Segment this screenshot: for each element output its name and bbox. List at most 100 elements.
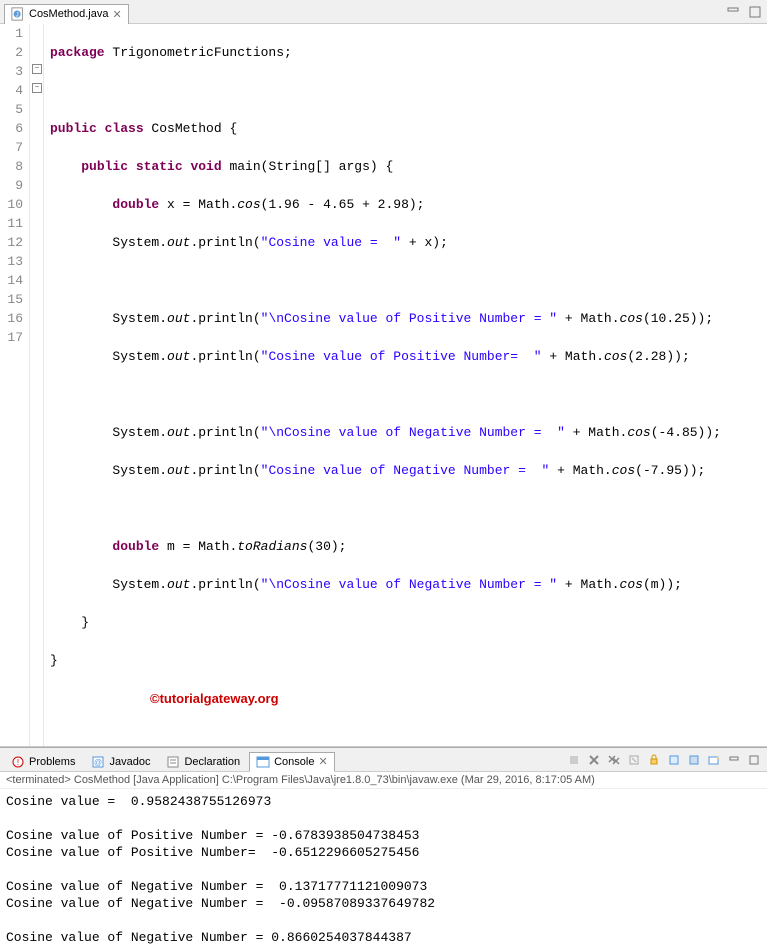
editor-tab-label: CosMethod.java — [29, 8, 109, 20]
tab-label: Problems — [29, 756, 75, 768]
code-token: "Cosine value = " — [261, 235, 401, 250]
remove-launch-button[interactable] — [585, 751, 603, 769]
pin-console-button[interactable] — [665, 751, 683, 769]
terminate-button[interactable] — [565, 751, 583, 769]
code-token: (-7.95)); — [635, 463, 705, 478]
clear-console-button[interactable] — [625, 751, 643, 769]
code-token: + Math. — [565, 425, 627, 440]
code-token: cos — [620, 311, 643, 326]
code-token: .println( — [190, 577, 260, 592]
minimize-icon[interactable] — [725, 4, 741, 20]
code-token: .println( — [190, 235, 260, 250]
code-token: void — [183, 159, 222, 174]
close-icon[interactable]: ✕ — [113, 8, 122, 21]
console-toolbar — [565, 751, 763, 769]
code-token: out — [167, 349, 190, 364]
code-token: x = Math. — [159, 197, 237, 212]
svg-text:J: J — [16, 12, 19, 19]
editor-area: J CosMethod.java ✕ 123456789101112131415… — [0, 0, 767, 747]
console-launch-info: <terminated> CosMethod [Java Application… — [0, 772, 767, 789]
code-token: out — [167, 577, 190, 592]
editor-tab-bar: J CosMethod.java ✕ — [0, 0, 767, 24]
console-output[interactable]: Cosine value = 0.9582438755126973 Cosine… — [0, 789, 767, 950]
line-gutter: 1234567891011121314151617 — [0, 24, 30, 746]
code-token: + x); — [401, 235, 448, 250]
code-token: (m)); — [643, 577, 682, 592]
code-token: System. — [112, 577, 167, 592]
tab-declaration[interactable]: Declaration — [159, 752, 247, 772]
declaration-icon — [166, 755, 180, 769]
code-token: cos — [627, 425, 650, 440]
fold-toggle-icon[interactable]: − — [32, 83, 42, 93]
fold-column: − − — [30, 24, 44, 746]
fold-toggle-icon[interactable]: − — [32, 64, 42, 74]
code-token: class — [97, 121, 144, 136]
code-token: + Math. — [557, 311, 619, 326]
maximize-icon[interactable] — [747, 4, 763, 20]
code-token: CosMethod { — [144, 121, 238, 136]
code-token: .println( — [190, 349, 260, 364]
tab-label: Console — [274, 756, 314, 768]
code-token: (-4.85)); — [651, 425, 721, 440]
code-token: (10.25)); — [643, 311, 713, 326]
code-token: cos — [620, 577, 643, 592]
code-token: + Math. — [542, 349, 604, 364]
code-token: package — [50, 45, 105, 60]
code-token: .println( — [190, 463, 260, 478]
code-token: out — [167, 235, 190, 250]
svg-text:!: ! — [17, 758, 19, 767]
code-token: System. — [112, 463, 167, 478]
code-token: System. — [112, 311, 167, 326]
code-token: (30); — [307, 539, 346, 554]
minimize-icon[interactable] — [725, 751, 743, 769]
tab-problems[interactable]: ! Problems — [4, 752, 82, 772]
editor-tab-cosmethod[interactable]: J CosMethod.java ✕ — [4, 4, 129, 24]
code-token: TrigonometricFunctions; — [105, 45, 292, 60]
code-token: (2.28)); — [627, 349, 689, 364]
console-icon — [256, 755, 270, 769]
code-token: toRadians — [237, 539, 307, 554]
code-token: + Math. — [549, 463, 611, 478]
code-token: .println( — [190, 311, 260, 326]
display-selected-button[interactable] — [685, 751, 703, 769]
code-token: System. — [112, 425, 167, 440]
code-token: .println( — [190, 425, 260, 440]
code-token: "\nCosine value of Negative Number = " — [261, 425, 565, 440]
code-token: main(String[] args) { — [222, 159, 394, 174]
code-token: cos — [237, 197, 260, 212]
code-token: public — [50, 121, 97, 136]
code-token: "\nCosine value of Positive Number = " — [261, 311, 557, 326]
code-content[interactable]: package TrigonometricFunctions; public c… — [44, 24, 721, 746]
tab-label: Javadoc — [109, 756, 150, 768]
code-token: "Cosine value of Negative Number = " — [261, 463, 550, 478]
maximize-icon[interactable] — [745, 751, 763, 769]
tab-console[interactable]: Console ✕ — [249, 752, 335, 772]
code-token: } — [50, 615, 89, 630]
code-token: out — [167, 463, 190, 478]
javadoc-icon: @ — [91, 755, 105, 769]
problems-icon: ! — [11, 755, 25, 769]
view-tab-bar: ! Problems @ Javadoc Declaration Console… — [0, 748, 767, 772]
code-token: m = Math. — [159, 539, 237, 554]
code-token: (1.96 - 4.65 + 2.98); — [261, 197, 425, 212]
code-token: System. — [112, 235, 167, 250]
code-token: public — [81, 159, 128, 174]
open-console-button[interactable] — [705, 751, 723, 769]
code-token: out — [167, 425, 190, 440]
tab-javadoc[interactable]: @ Javadoc — [84, 752, 157, 772]
scroll-lock-button[interactable] — [645, 751, 663, 769]
svg-text:@: @ — [94, 758, 102, 767]
code-token: "\nCosine value of Negative Number = " — [261, 577, 557, 592]
close-icon[interactable]: ✕ — [318, 755, 327, 768]
remove-all-button[interactable] — [605, 751, 623, 769]
code-token: out — [167, 311, 190, 326]
code-token: + Math. — [557, 577, 619, 592]
code-token: double — [112, 197, 159, 212]
code-token: cos — [604, 349, 627, 364]
code-token: System. — [112, 349, 167, 364]
code-token: cos — [612, 463, 635, 478]
java-file-icon: J — [11, 7, 25, 21]
code-token: double — [112, 539, 159, 554]
code-token: "Cosine value of Positive Number= " — [261, 349, 542, 364]
code-area[interactable]: 1234567891011121314151617 − − package Tr… — [0, 24, 767, 746]
